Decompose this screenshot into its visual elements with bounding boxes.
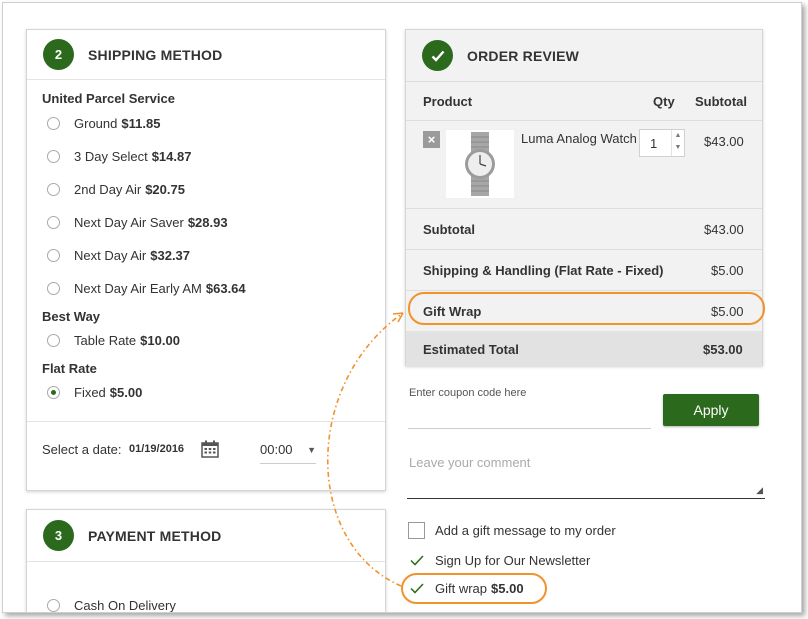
checkout-screenshot-frame: 2 SHIPPING METHOD United Parcel Service … bbox=[2, 2, 802, 613]
annotation-arrow bbox=[326, 312, 404, 587]
